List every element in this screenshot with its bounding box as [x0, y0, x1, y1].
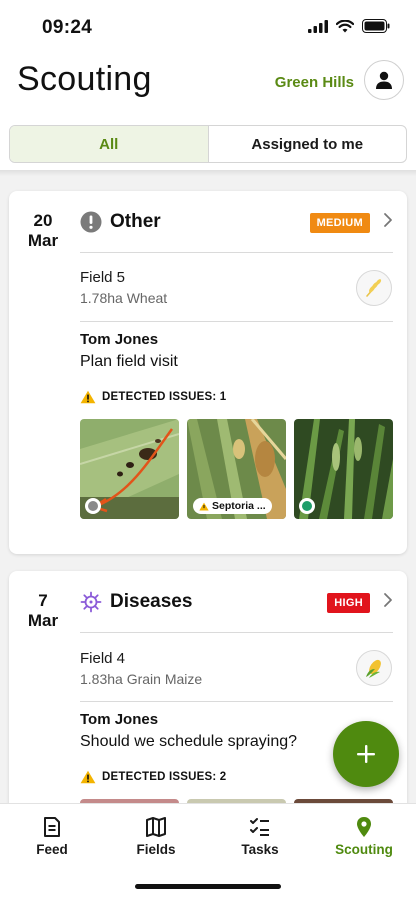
wifi-icon: [336, 19, 354, 32]
photo-thumbnail[interactable]: [294, 419, 393, 519]
exclamation-icon: [80, 211, 102, 233]
tab-scouting[interactable]: Scouting: [324, 816, 404, 857]
tab-scouting-label: Scouting: [335, 842, 393, 857]
divider: [80, 701, 393, 702]
card-category: Other: [80, 211, 161, 233]
warning-icon: [80, 770, 96, 784]
user-icon: [376, 71, 392, 89]
photo-strip: Septoria ...: [80, 419, 393, 519]
segment-all[interactable]: All: [10, 126, 209, 162]
detected-issues: DETECTED ISSUES: 1: [80, 390, 226, 404]
date-month: Mar: [27, 231, 59, 250]
date-day: 7: [38, 591, 48, 610]
divider: [80, 321, 393, 322]
chevron-right-icon[interactable]: [383, 592, 393, 608]
card-category: Diseases: [80, 591, 192, 613]
scouting-card[interactable]: 20 Mar Other MEDIUM Field 5 1.78ha Wheat…: [9, 191, 407, 554]
note-text: Should we schedule spraying?: [80, 733, 298, 750]
detected-issues: DETECTED ISSUES: 2: [80, 770, 226, 784]
location-pin-icon: [357, 817, 371, 837]
photo-status-dot: [299, 498, 315, 514]
date-day: 20: [33, 211, 53, 230]
chevron-right-icon[interactable]: [383, 212, 393, 228]
scouting-card[interactable]: 7 Mar Diseases HIGH Field 4 1.83ha Grain…: [9, 571, 407, 831]
field-meta: 1.78ha Wheat: [80, 290, 168, 306]
header-shadow: [0, 170, 416, 176]
category-label: Diseases: [110, 591, 193, 612]
note-text: Plan field visit: [80, 353, 178, 370]
photo-status-dot: [85, 498, 101, 514]
category-label: Other: [110, 211, 161, 232]
field-meta: 1.83ha Grain Maize: [80, 671, 203, 687]
battery-icon: [362, 19, 390, 33]
photo-issue-tag: Septoria ...: [193, 498, 272, 514]
add-observation-button[interactable]: [333, 721, 399, 787]
status-time: 09:24: [42, 17, 93, 38]
virus-icon: [80, 591, 102, 613]
author-name: Tom Jones: [80, 711, 159, 728]
tab-feed[interactable]: Feed: [12, 816, 92, 857]
divider: [80, 632, 393, 633]
tab-tasks[interactable]: Tasks: [220, 816, 300, 857]
photo-thumbnail[interactable]: Septoria ...: [187, 419, 286, 519]
filter-segment: All Assigned to me: [9, 125, 407, 163]
card-date: 7 Mar: [9, 591, 77, 631]
warning-icon: [199, 502, 209, 510]
segment-assigned-to-me[interactable]: Assigned to me: [209, 126, 407, 162]
signal-icon: [308, 19, 328, 33]
tab-fields-label: Fields: [136, 842, 176, 857]
page-title: Scouting: [17, 60, 152, 98]
field-name: Field 4: [80, 650, 126, 667]
page-header: Scouting Green Hills All Assigned to me: [0, 56, 416, 170]
tab-feed-label: Feed: [36, 842, 68, 857]
plus-icon: [357, 745, 375, 763]
divider: [80, 252, 393, 253]
crop-badge: [356, 270, 392, 306]
date-month: Mar: [27, 611, 59, 630]
wheat-icon: [366, 279, 382, 297]
field-name: Field 5: [80, 269, 126, 286]
issues-label: DETECTED ISSUES: 1: [102, 391, 227, 403]
priority-badge: HIGH: [327, 593, 370, 613]
photo-issue-label: Septoria ...: [212, 500, 266, 512]
issues-label: DETECTED ISSUES: 2: [102, 771, 227, 783]
crop-badge: [356, 650, 392, 686]
feed-icon: [44, 817, 60, 837]
status-bar: 09:24: [0, 0, 416, 56]
card-date: 20 Mar: [9, 211, 77, 251]
farm-selector[interactable]: Green Hills: [275, 74, 354, 91]
author-name: Tom Jones: [80, 331, 159, 348]
checklist-icon: [250, 818, 269, 836]
profile-button[interactable]: [364, 60, 404, 100]
status-icons: [308, 19, 390, 33]
photo-thumbnail[interactable]: [80, 419, 179, 519]
warning-icon: [80, 390, 96, 404]
home-indicator: [135, 884, 281, 889]
tab-fields[interactable]: Fields: [116, 816, 196, 857]
map-icon: [146, 817, 166, 837]
tab-tasks-label: Tasks: [241, 842, 279, 857]
priority-badge: MEDIUM: [309, 213, 370, 233]
corn-icon: [366, 659, 381, 678]
